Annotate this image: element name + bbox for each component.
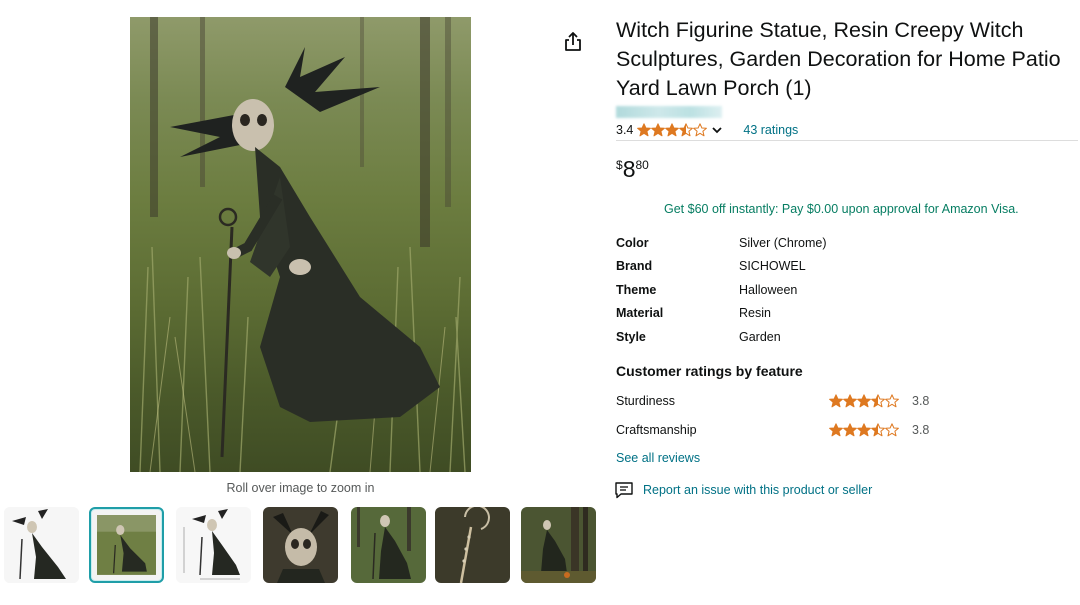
star-icon xyxy=(637,123,652,137)
star-icon xyxy=(843,423,857,437)
feature-ratings-title: Customer ratings by feature xyxy=(616,363,803,379)
star-icon xyxy=(871,423,885,437)
star-icon xyxy=(885,423,899,437)
share-button[interactable] xyxy=(561,30,585,54)
thumbnail-5[interactable] xyxy=(351,507,426,583)
product-title: Witch Figurine Statue, Resin Creepy Witc… xyxy=(616,18,1061,100)
spec-value: Garden xyxy=(739,330,781,344)
rating-value: 3.4 xyxy=(616,123,634,137)
rating-stars[interactable] xyxy=(637,123,708,137)
thumbnail-6[interactable] xyxy=(435,507,510,583)
price-fraction: 80 xyxy=(635,158,649,172)
star-icon xyxy=(679,123,694,137)
price: $880 xyxy=(616,156,649,184)
main-product-image[interactable] xyxy=(130,17,471,472)
feature-value: 3.8 xyxy=(912,423,930,437)
star-icon xyxy=(843,394,857,408)
rating-summary: 3.4 43 ratings xyxy=(616,121,798,139)
witch-figurine-photo xyxy=(139,17,466,472)
star-icon xyxy=(871,394,885,408)
report-issue-link[interactable]: Report an issue with this product or sel… xyxy=(614,481,872,499)
thumbnail-4-image xyxy=(263,507,338,583)
thumbnail-5-image xyxy=(351,507,426,583)
thumbnail-3-image xyxy=(176,507,251,583)
thumbnail-2-image xyxy=(97,515,156,575)
star-icon xyxy=(829,423,843,437)
ratings-count-link[interactable]: 43 ratings xyxy=(743,123,798,137)
spec-value: Silver (Chrome) xyxy=(739,236,827,250)
share-icon xyxy=(565,32,581,51)
star-icon xyxy=(829,394,843,408)
spec-value: Halloween xyxy=(739,283,798,297)
price-whole: 8 xyxy=(622,156,636,182)
zoom-hint: Roll over image to zoom in xyxy=(226,481,375,495)
report-issue-label: Report an issue with this product or sel… xyxy=(643,483,873,497)
feedback-icon xyxy=(615,482,633,499)
spec-label: Brand xyxy=(616,259,653,273)
spec-value: Resin xyxy=(739,306,771,320)
feature-value: 3.8 xyxy=(912,394,930,408)
feature-name: Craftsmanship xyxy=(616,423,697,437)
star-icon xyxy=(885,394,899,408)
divider xyxy=(616,140,1078,141)
price-currency: $ xyxy=(616,158,623,172)
spec-value: SICHOWEL xyxy=(739,259,806,273)
feature-stars xyxy=(829,394,899,408)
chevron-down-icon[interactable] xyxy=(711,124,723,136)
star-icon xyxy=(651,123,666,137)
thumbnail-1[interactable] xyxy=(4,507,79,583)
thumbnail-1-image xyxy=(4,507,79,583)
thumbnail-2[interactable] xyxy=(89,507,164,583)
thumbnail-6-image xyxy=(435,507,510,583)
star-icon xyxy=(857,423,871,437)
feature-name: Sturdiness xyxy=(616,394,676,408)
star-icon xyxy=(665,123,680,137)
spec-label: Theme xyxy=(616,283,657,297)
star-icon xyxy=(857,394,871,408)
spec-label: Material xyxy=(616,306,664,320)
spec-label: Style xyxy=(616,330,646,344)
blurred-store-link xyxy=(616,106,722,118)
thumbnail-4[interactable] xyxy=(263,507,338,583)
thumbnail-7-image xyxy=(521,507,596,583)
thumbnail-7[interactable] xyxy=(521,507,596,583)
star-icon xyxy=(693,123,708,137)
see-all-reviews-link[interactable]: See all reviews xyxy=(616,451,700,465)
visa-promo-link[interactable]: Get $60 off instantly: Pay $0.00 upon ap… xyxy=(664,202,1019,216)
thumbnail-3[interactable] xyxy=(176,507,251,583)
spec-label: Color xyxy=(616,236,649,250)
feature-stars xyxy=(829,423,899,437)
